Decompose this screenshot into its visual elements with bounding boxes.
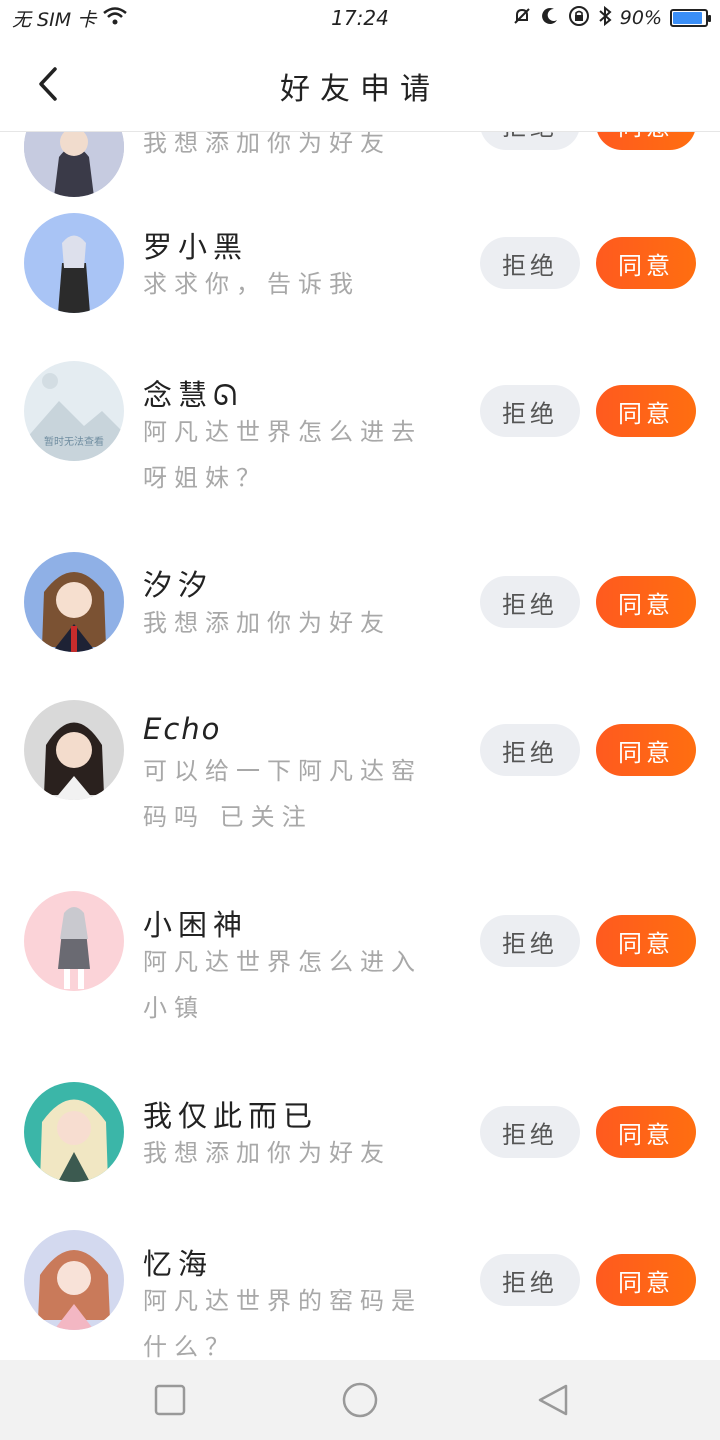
request-name: Echo — [143, 712, 222, 746]
request-name: 汐汐 — [143, 568, 214, 602]
request-name: 罗小黑 — [143, 230, 249, 264]
friend-request-list[interactable]: 我想添加你为好友 拒绝 同意 罗小黑 求求你，告诉我 拒绝 同意 暂时无法查看 … — [0, 132, 720, 1360]
accept-button[interactable]: 同意 — [596, 385, 696, 437]
request-message: 可以给一下阿凡达窑码吗 已关注 — [143, 757, 422, 831]
request-name: 我仅此而已 — [143, 1099, 319, 1133]
home-button[interactable] — [340, 1380, 380, 1420]
request-message: 我想添加你为好友 — [143, 1139, 391, 1167]
request-name: 忆海 — [143, 1247, 214, 1281]
reject-button[interactable]: 拒绝 — [480, 237, 580, 289]
request-message: 阿凡达世界怎么进入小镇 — [143, 948, 422, 1022]
avatar[interactable] — [24, 1230, 124, 1330]
avatar[interactable] — [24, 891, 124, 991]
request-message: 阿凡达世界怎么进去呀姐妹？ — [143, 418, 422, 492]
page-title: 好友申请 — [280, 72, 440, 107]
accept-button[interactable]: 同意 — [596, 915, 696, 967]
avatar-placeholder-text: 暂时无法查看 — [44, 437, 104, 448]
system-back-button[interactable] — [534, 1380, 574, 1420]
request-message: 阿凡达世界的窑码是什么？ — [143, 1287, 422, 1360]
reject-button[interactable]: 拒绝 — [480, 1254, 580, 1306]
recent-apps-button[interactable] — [150, 1380, 190, 1420]
reject-button[interactable]: 拒绝 — [480, 724, 580, 776]
avatar[interactable] — [24, 213, 124, 313]
accept-button[interactable]: 同意 — [596, 1106, 696, 1158]
request-name: 念慧ᘏ — [143, 378, 244, 412]
accept-button[interactable]: 同意 — [596, 1254, 696, 1306]
accept-button[interactable]: 同意 — [596, 132, 696, 150]
circle-icon — [342, 1382, 378, 1418]
avatar[interactable] — [24, 700, 124, 800]
reject-button[interactable]: 拒绝 — [480, 915, 580, 967]
avatar — [24, 132, 124, 197]
header: 好友申请 — [0, 36, 720, 132]
request-message: 求求你，告诉我 — [143, 270, 360, 298]
battery-icon — [670, 9, 711, 27]
status-bar: 无 SIM 卡 17:24 90% — [0, 0, 720, 36]
accept-button[interactable]: 同意 — [596, 237, 696, 289]
accept-button[interactable]: 同意 — [596, 724, 696, 776]
accept-button[interactable]: 同意 — [596, 576, 696, 628]
request-message: 我想添加你为好友 — [143, 132, 391, 157]
request-name: 小困神 — [143, 908, 249, 942]
reject-button[interactable]: 拒绝 — [480, 385, 580, 437]
avatar[interactable] — [24, 552, 124, 652]
request-message: 我想添加你为好友 — [143, 609, 391, 637]
battery-level — [673, 12, 702, 24]
avatar[interactable]: 暂时无法查看 — [24, 361, 124, 461]
navigation-bar — [0, 1360, 720, 1440]
reject-button[interactable]: 拒绝 — [480, 132, 580, 150]
reject-button[interactable]: 拒绝 — [480, 1106, 580, 1158]
triangle-back-icon — [538, 1384, 568, 1416]
status-time: 17:24 — [331, 6, 389, 30]
square-icon — [154, 1384, 186, 1416]
avatar[interactable] — [24, 1082, 124, 1182]
reject-button[interactable]: 拒绝 — [480, 576, 580, 628]
